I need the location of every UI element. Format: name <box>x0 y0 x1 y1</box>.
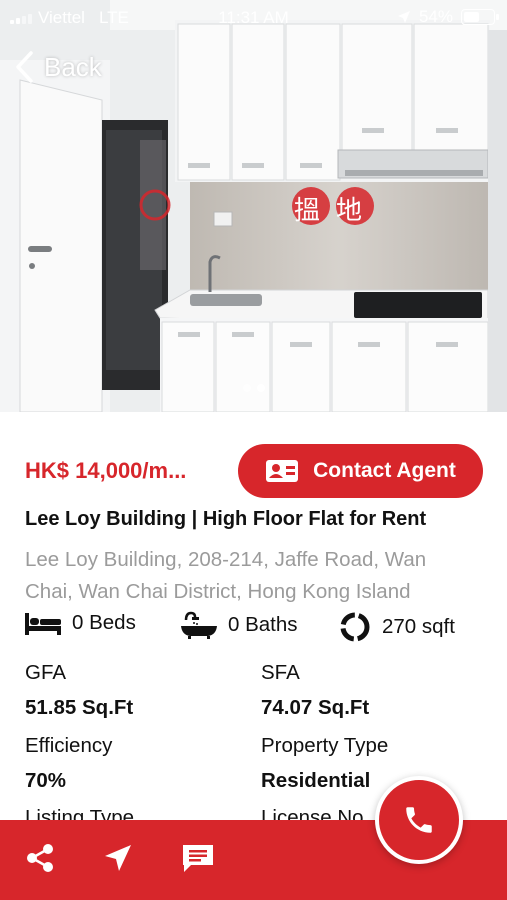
contact-card-icon <box>266 460 299 482</box>
watermark-text: 搵地 <box>294 196 379 226</box>
area-value: 270 sqft <box>382 615 455 638</box>
listing-photo[interactable]: 搵地 Viettel LTE 11:31 AM 54% Back <box>0 0 507 412</box>
gallery-dot[interactable] <box>242 384 251 392</box>
navigate-button[interactable] <box>100 840 136 876</box>
message-button[interactable] <box>180 840 216 876</box>
efficiency-value: 70% <box>25 769 67 792</box>
beds-value: 0 Beds <box>72 611 136 634</box>
baths-feature: 0 Baths <box>180 610 298 640</box>
back-label: Back <box>44 51 102 82</box>
bathtub-icon <box>181 611 217 639</box>
bed-icon <box>25 613 61 635</box>
sfa-label: SFA <box>261 661 300 684</box>
area-feature: 270 sqft <box>338 610 455 644</box>
gfa-value: 51.85 Sq.Ft <box>25 696 134 719</box>
gallery-dot-active[interactable] <box>256 384 265 392</box>
call-button[interactable] <box>375 776 463 864</box>
share-button[interactable] <box>22 840 58 876</box>
property-type-value: Residential <box>261 769 371 792</box>
listing-title: Lee Loy Building | High Floor Flat for R… <box>25 508 427 530</box>
property-type-label: Property Type <box>261 734 389 757</box>
area-ring-icon <box>340 612 370 642</box>
battery-icon <box>461 9 499 25</box>
share-icon <box>27 844 53 872</box>
beds-feature: 0 Beds <box>24 610 136 636</box>
battery-fill <box>464 12 479 22</box>
navigation-arrow-icon <box>105 845 131 871</box>
gfa-label: GFA <box>25 661 67 684</box>
back-button[interactable]: Back <box>14 50 102 84</box>
feature-row: 0 Beds 0 Baths 270 sqft <box>24 610 494 644</box>
status-bar: Viettel LTE 11:31 AM 54% <box>0 0 507 34</box>
phone-icon <box>406 807 432 833</box>
efficiency-label: Efficiency <box>25 734 113 757</box>
gallery-pagination <box>0 384 507 392</box>
contact-agent-button[interactable]: Contact Agent <box>238 444 483 498</box>
sfa-value: 74.07 Sq.Ft <box>261 696 370 719</box>
baths-value: 0 Baths <box>228 613 298 636</box>
battery-percent: 54% <box>418 7 453 26</box>
message-icon <box>183 845 213 872</box>
address-line-1: Lee Loy Building, 208-214, Jaffe Road, W… <box>25 548 427 571</box>
contact-agent-label: Contact Agent <box>313 459 456 482</box>
listing-address: Lee Loy Building, 208-214, Jaffe Road, W… <box>25 544 490 608</box>
chevron-left-icon <box>16 51 33 83</box>
status-right: 54% <box>397 7 499 27</box>
address-line-2: Chai, Wan Chai District, Hong Kong Islan… <box>25 580 411 603</box>
location-arrow-icon <box>397 11 410 23</box>
listing-price: HK$ 14,000/m... <box>25 458 187 483</box>
